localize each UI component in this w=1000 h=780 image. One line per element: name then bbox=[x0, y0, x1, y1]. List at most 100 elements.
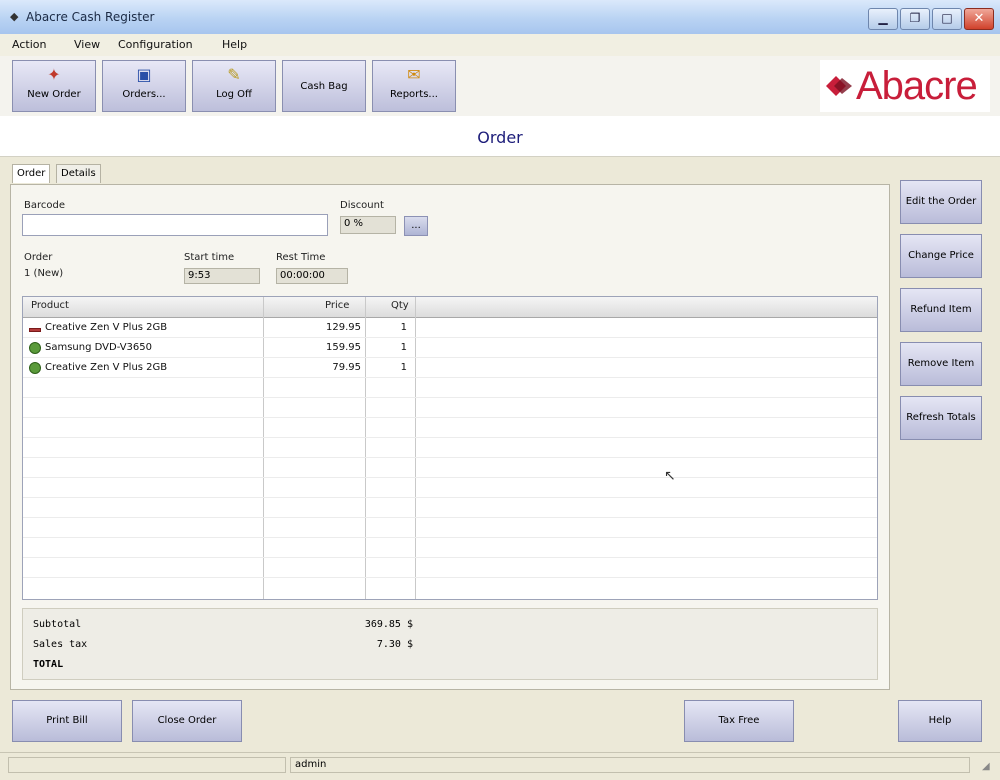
start-time-value: 9:53 bbox=[184, 268, 260, 284]
remove-item-button[interactable]: Remove Item bbox=[900, 342, 982, 386]
row-divider bbox=[23, 457, 877, 458]
row-divider bbox=[23, 377, 877, 378]
totals-panel: Subtotal 369.85 $ Sales tax 7.30 $ TOTAL bbox=[22, 608, 878, 680]
row-divider bbox=[23, 337, 877, 338]
order-number-label: Order bbox=[24, 252, 53, 263]
help-button[interactable]: Help bbox=[898, 700, 982, 742]
resize-grip-icon[interactable]: ◢ bbox=[982, 761, 990, 772]
menu-view[interactable]: View bbox=[74, 38, 100, 51]
app-icon: ◆ bbox=[10, 10, 19, 23]
tab-details[interactable]: Details bbox=[56, 164, 101, 183]
table-row-product[interactable]: Creative Zen V Plus 2GB bbox=[45, 362, 167, 373]
table-row-qty[interactable]: 1 bbox=[395, 342, 407, 353]
table-row-product[interactable]: Samsung DVD-V3650 bbox=[45, 342, 152, 353]
edit-order-button[interactable]: Edit the Order bbox=[900, 180, 982, 224]
column-qty[interactable]: Qty bbox=[391, 300, 409, 311]
orders-button[interactable]: ▣ Orders... bbox=[102, 60, 186, 112]
table-row-price[interactable]: 129.95 bbox=[305, 322, 361, 333]
status-user: admin bbox=[290, 757, 970, 773]
table-row-qty[interactable]: 1 bbox=[395, 362, 407, 373]
column-divider bbox=[263, 297, 264, 599]
refund-item-button[interactable]: Refund Item bbox=[900, 288, 982, 332]
menu-action[interactable]: Action bbox=[12, 38, 46, 51]
column-divider bbox=[415, 297, 416, 599]
column-price[interactable]: Price bbox=[325, 300, 349, 311]
row-divider bbox=[23, 477, 877, 478]
abacre-logo: Abacre bbox=[820, 60, 990, 112]
order-number-value: 1 (New) bbox=[24, 268, 64, 279]
status-bar: admin ◢ bbox=[0, 752, 1000, 780]
cash-bag-label: Cash Bag bbox=[300, 81, 348, 92]
row-divider bbox=[23, 397, 877, 398]
menu-bar: Action View Configuration Help bbox=[0, 34, 1000, 56]
row-divider bbox=[23, 517, 877, 518]
refresh-totals-button[interactable]: Refresh Totals bbox=[900, 396, 982, 440]
minimize-icon: ▁ bbox=[878, 11, 888, 25]
restore-icon: ❐ bbox=[909, 11, 921, 25]
close-order-button[interactable]: Close Order bbox=[132, 700, 242, 742]
row-divider bbox=[23, 417, 877, 418]
table-row-price[interactable]: 79.95 bbox=[305, 362, 361, 373]
item-ok-icon bbox=[29, 342, 41, 354]
column-product[interactable]: Product bbox=[31, 300, 69, 311]
table-row-price[interactable]: 159.95 bbox=[305, 342, 361, 353]
tab-order[interactable]: Order bbox=[12, 164, 51, 183]
tax-free-button[interactable]: Tax Free bbox=[684, 700, 794, 742]
table-row-qty[interactable]: 1 bbox=[395, 322, 407, 333]
rest-time-label: Rest Time bbox=[276, 252, 326, 263]
window-title: Abacre Cash Register bbox=[26, 10, 155, 24]
maximize-button[interactable]: □ bbox=[932, 8, 962, 30]
sales-tax-label: Sales tax bbox=[33, 639, 88, 650]
table-row-product[interactable]: Creative Zen V Plus 2GB bbox=[45, 322, 167, 333]
sales-tax-value: 7.30 $ bbox=[376, 639, 413, 650]
start-time-label: Start time bbox=[184, 252, 235, 263]
orders-label: Orders... bbox=[122, 89, 166, 100]
change-price-button[interactable]: Change Price bbox=[900, 234, 982, 278]
title-bar: ◆ Abacre Cash Register ▁ ❐ □ ✕ bbox=[0, 0, 1000, 35]
log-off-button[interactable]: ✎ Log Off bbox=[192, 60, 276, 112]
row-divider bbox=[23, 437, 877, 438]
cash-bag-button[interactable]: Cash Bag bbox=[282, 60, 366, 112]
row-divider bbox=[23, 497, 877, 498]
orders-icon: ▣ bbox=[136, 65, 152, 84]
new-order-button[interactable]: ✦ New Order bbox=[12, 60, 96, 112]
new-order-label: New Order bbox=[27, 89, 81, 100]
column-divider bbox=[365, 297, 366, 599]
new-order-icon: ✦ bbox=[47, 65, 61, 84]
mouse-cursor-icon: ↖ bbox=[664, 468, 676, 484]
deleted-item-icon bbox=[29, 328, 41, 332]
menu-configuration[interactable]: Configuration bbox=[118, 38, 193, 51]
close-button[interactable]: ✕ bbox=[964, 8, 994, 30]
row-divider bbox=[23, 357, 877, 358]
abacre-logo-text: Abacre bbox=[856, 64, 978, 108]
discount-browse-button[interactable]: ... bbox=[404, 216, 428, 236]
page-title: Order bbox=[477, 128, 523, 147]
subtotal-label: Subtotal bbox=[33, 619, 82, 630]
reports-icon: ✉ bbox=[407, 65, 421, 84]
barcode-input[interactable] bbox=[22, 214, 328, 236]
abacre-logo-mark bbox=[826, 76, 852, 96]
row-divider bbox=[23, 577, 877, 578]
total-label: TOTAL bbox=[33, 659, 64, 670]
maximize-icon: □ bbox=[941, 11, 953, 25]
print-bill-button[interactable]: Print Bill bbox=[12, 700, 122, 742]
order-header: Order bbox=[0, 116, 1000, 157]
table-header: Product Price Qty bbox=[23, 297, 877, 318]
barcode-label: Barcode bbox=[24, 200, 65, 211]
row-divider bbox=[23, 557, 877, 558]
discount-field[interactable]: 0 % bbox=[340, 216, 396, 234]
status-cell-left bbox=[8, 757, 286, 773]
minimize-button[interactable]: ▁ bbox=[868, 8, 898, 30]
item-ok-icon bbox=[29, 362, 41, 374]
row-divider bbox=[23, 537, 877, 538]
discount-label: Discount bbox=[340, 200, 384, 211]
subtotal-value: 369.85 $ bbox=[364, 619, 413, 630]
rest-time-value: 00:00:00 bbox=[276, 268, 348, 284]
restore-button[interactable]: ❐ bbox=[900, 8, 930, 30]
log-off-icon: ✎ bbox=[227, 65, 241, 84]
log-off-label: Log Off bbox=[216, 89, 252, 100]
reports-label: Reports... bbox=[390, 89, 438, 100]
menu-help[interactable]: Help bbox=[222, 38, 247, 51]
order-items-table[interactable]: Product Price Qty Creative Zen V Plus 2G… bbox=[22, 296, 878, 600]
reports-button[interactable]: ✉ Reports... bbox=[372, 60, 456, 112]
